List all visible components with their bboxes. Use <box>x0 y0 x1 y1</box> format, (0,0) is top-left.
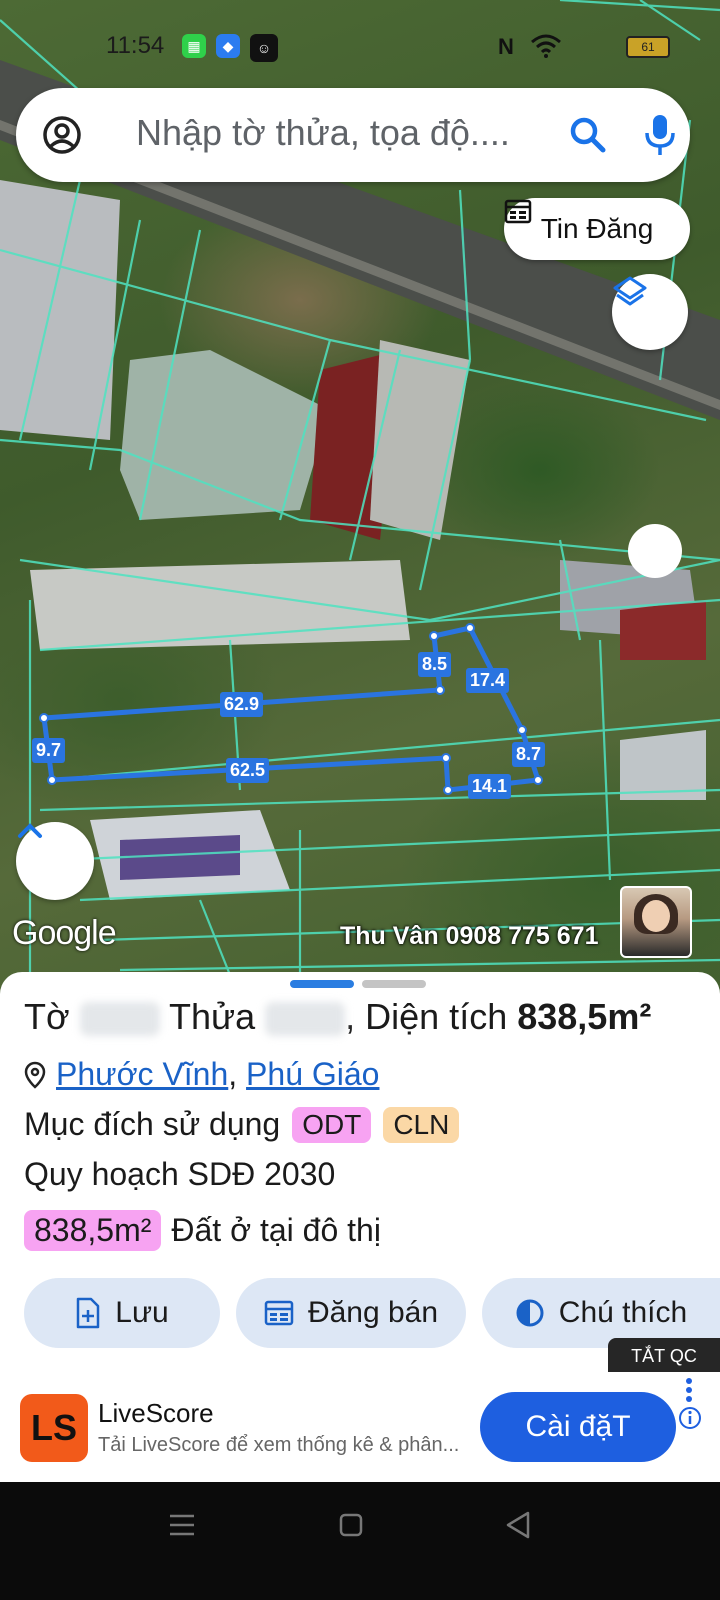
owner-avatar[interactable] <box>620 886 692 958</box>
account-icon[interactable] <box>42 115 82 155</box>
map-control-dot[interactable] <box>628 524 682 578</box>
search-icon[interactable] <box>568 115 608 155</box>
edge-label: 14.1 <box>468 774 512 799</box>
redacted-parcel-number <box>265 1002 346 1037</box>
roof-building <box>620 730 706 800</box>
purpose-tag-cln[interactable]: CLN <box>383 1106 460 1143</box>
edge-label: 62.5 <box>226 758 270 783</box>
edge-label: 8.5 <box>418 652 452 677</box>
sheet-handle[interactable] <box>362 980 426 988</box>
nfc-icon: N <box>498 34 514 59</box>
redacted-sheet-number <box>79 1002 160 1037</box>
ad-subtitle: Tải LiveScore để xem thống kê & phân... <box>98 1434 460 1456</box>
close-ad-button[interactable]: TẮT QC <box>608 1338 720 1374</box>
parcel-title: Tờ Thửa , Diện tích 838,5m² <box>24 996 651 1038</box>
ad-banner[interactable]: LS LiveScore Tải LiveScore để xem thống … <box>0 1372 720 1482</box>
purpose-tag-odt[interactable]: ODT <box>292 1106 372 1143</box>
tin-dang-label: Tin Đăng <box>540 213 654 244</box>
contrast-icon <box>516 1299 544 1327</box>
install-button[interactable]: Cài đặT <box>480 1392 676 1462</box>
search-bar[interactable]: Nhập tờ thửa, tọa độ.... <box>16 88 690 182</box>
livescore-logo: LS <box>20 1394 88 1462</box>
sheet-label-to: Tờ <box>24 996 70 1037</box>
parcel-outline <box>41 625 542 793</box>
planning-label: Quy hoạch SDĐ 2030 <box>24 1156 336 1192</box>
parcel-location: Phước Vĩnh, Phú Giáo <box>24 1056 379 1093</box>
status-time: 11:54 <box>106 32 165 59</box>
roof-building <box>370 340 470 540</box>
more-options-icon[interactable] <box>684 1376 694 1406</box>
roof-building <box>620 600 706 660</box>
location-pin-icon <box>24 1061 46 1089</box>
calendar-icon <box>504 199 532 224</box>
planning-description: Đất ở tại đô thị <box>171 1212 381 1248</box>
save-button[interactable]: Lưu <box>24 1278 220 1348</box>
ad-info-icon[interactable] <box>678 1406 702 1430</box>
edge-label: 8.7 <box>512 742 546 767</box>
layers-button[interactable] <box>612 274 688 350</box>
roof-building <box>120 350 330 520</box>
calendar-icon <box>264 1300 294 1326</box>
sheet-handle[interactable] <box>290 980 354 988</box>
edge-label: 9.7 <box>32 738 66 763</box>
sell-button[interactable]: Đăng bán <box>236 1278 466 1348</box>
menu-icon[interactable] <box>168 1512 196 1538</box>
sell-label: Đăng bán <box>307 1296 439 1329</box>
land-use-purpose: Mục đích sử dụng ODT CLN <box>24 1106 460 1143</box>
app-notification-icon: ◆ <box>216 34 240 58</box>
ad-title: LiveScore <box>98 1398 214 1428</box>
chevron-up-icon <box>18 823 42 838</box>
area-label: , Diện tích <box>345 996 508 1037</box>
save-label: Lưu <box>115 1296 169 1329</box>
battery-icon: 61 <box>626 36 670 58</box>
google-watermark: Google <box>12 914 117 952</box>
parcel-info-sheet: Tờ Thửa , Diện tích 838,5m² Phước Vĩnh, … <box>0 972 720 1372</box>
district-link[interactable]: Phú Giáo <box>246 1056 379 1092</box>
map-view[interactable]: 62.9 8.5 17.4 9.7 8.7 62.5 14.1 11:54 ▦ … <box>0 0 720 1000</box>
tin-dang-button[interactable]: Tin Đăng <box>504 198 690 260</box>
app-notification-icon: ▦ <box>182 34 206 58</box>
file-add-icon <box>77 1297 100 1329</box>
owner-contact: Thu Vân 0908 775 671 <box>340 922 599 950</box>
wifi-icon <box>531 34 561 58</box>
ward-link[interactable]: Phước Vĩnh <box>56 1056 228 1092</box>
edge-label: 17.4 <box>466 668 510 693</box>
home-icon[interactable] <box>338 1512 364 1538</box>
planning-detail: 838,5m² Đất ở tại đô thị <box>24 1210 381 1251</box>
back-icon[interactable] <box>504 1510 532 1540</box>
planning-area-badge: 838,5m² <box>24 1210 162 1251</box>
app-notification-icon: ☺ <box>250 34 278 62</box>
system-nav-bar <box>0 1482 720 1600</box>
area-value: 838,5m² <box>517 996 652 1037</box>
expand-up-button[interactable] <box>16 822 94 900</box>
status-bar: 11:54 ▦ ◆ ☺ N 61 <box>0 28 720 68</box>
purpose-label: Mục đích sử dụng <box>24 1106 281 1142</box>
parcel-label-thua: Thửa <box>168 996 256 1037</box>
edge-label: 62.9 <box>220 692 264 717</box>
mic-icon[interactable] <box>642 113 678 157</box>
legend-label: Chú thích <box>558 1296 688 1329</box>
search-input[interactable]: Nhập tờ thửa, tọa độ.... <box>136 112 510 154</box>
layers-icon <box>613 276 647 306</box>
roof-building <box>0 180 120 440</box>
